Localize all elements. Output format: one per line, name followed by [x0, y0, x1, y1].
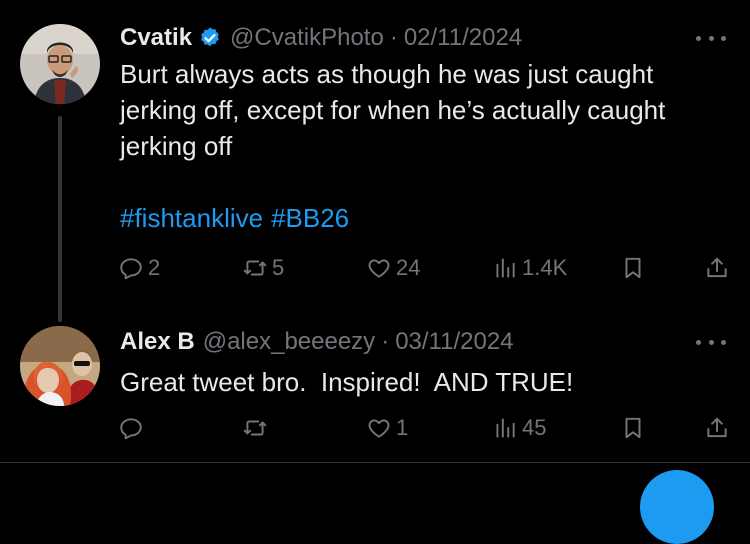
- verified-badge-icon: [201, 27, 219, 47]
- views-button[interactable]: 45: [492, 410, 546, 446]
- retweet-count: 5: [272, 255, 285, 280]
- author-handle[interactable]: @alex_beeeezy: [203, 328, 375, 356]
- reply-button[interactable]: 2: [118, 250, 160, 286]
- tweet[interactable]: Cvatik @CvatikPhoto · 02/11/2024 Burt al…: [0, 0, 750, 322]
- reply-count: 2: [148, 255, 161, 280]
- views-button[interactable]: 1.4K: [492, 250, 567, 286]
- author-handle[interactable]: @CvatikPhoto: [230, 24, 384, 52]
- hashtag-link[interactable]: #fishtanklive: [120, 203, 263, 233]
- tweet-text: Burt always acts as though he was just c…: [120, 59, 666, 161]
- share-button[interactable]: [704, 410, 730, 446]
- compose-button[interactable]: [640, 470, 714, 544]
- tweet-header: Alex B @alex_beeeezy · 03/11/2024: [120, 324, 514, 360]
- bookmark-icon: [625, 257, 641, 279]
- separator-dot: ·: [389, 24, 398, 51]
- author-name[interactable]: Alex B: [120, 328, 195, 356]
- retweet-icon: [243, 420, 267, 436]
- separator-dot: ·: [381, 328, 390, 355]
- bookmark-icon: [625, 417, 641, 439]
- reply-icon: [120, 258, 142, 280]
- more-icon[interactable]: [696, 330, 726, 354]
- bookmark-button[interactable]: [620, 250, 646, 286]
- share-button[interactable]: [704, 250, 730, 286]
- retweet-icon: [243, 260, 267, 276]
- view-count: 45: [522, 415, 547, 440]
- views-icon: [496, 258, 515, 278]
- action-bar: 1 45: [118, 410, 730, 446]
- like-button[interactable]: 24: [366, 250, 420, 286]
- tweet-date[interactable]: 02/11/2024: [404, 24, 522, 52]
- reply-icon: [120, 418, 142, 440]
- like-count: 1: [396, 415, 409, 440]
- tweet-date[interactable]: 03/11/2024: [395, 328, 513, 356]
- share-icon: [707, 417, 727, 438]
- author-name[interactable]: Cvatik: [120, 24, 192, 52]
- views-icon: [496, 418, 515, 438]
- avatar[interactable]: [20, 326, 100, 406]
- avatar[interactable]: [20, 24, 100, 104]
- hashtag-row: #fishtanklive #BB26: [120, 200, 357, 236]
- action-bar: 2 5 24 1.4K: [118, 250, 730, 286]
- like-count: 24: [396, 255, 421, 280]
- like-icon: [368, 259, 390, 278]
- like-icon: [368, 419, 390, 438]
- thread-connector: [58, 116, 62, 322]
- bookmark-button[interactable]: [620, 410, 646, 446]
- like-button[interactable]: 1: [366, 410, 408, 446]
- retweet-button[interactable]: 5: [242, 250, 284, 286]
- tweet-header: Cvatik @CvatikPhoto · 02/11/2024: [120, 20, 522, 56]
- reply-tweet[interactable]: Alex B @alex_beeeezy · 03/11/2024 Great …: [0, 320, 750, 460]
- share-icon: [707, 257, 727, 278]
- divider: [0, 462, 750, 463]
- more-icon[interactable]: [696, 26, 726, 50]
- retweet-button[interactable]: [242, 410, 272, 446]
- reply-button[interactable]: [118, 410, 148, 446]
- tweet-text: Great tweet bro. Inspired! AND TRUE!: [120, 367, 574, 397]
- hashtag-link[interactable]: #BB26: [271, 203, 349, 233]
- view-count: 1.4K: [522, 255, 568, 280]
